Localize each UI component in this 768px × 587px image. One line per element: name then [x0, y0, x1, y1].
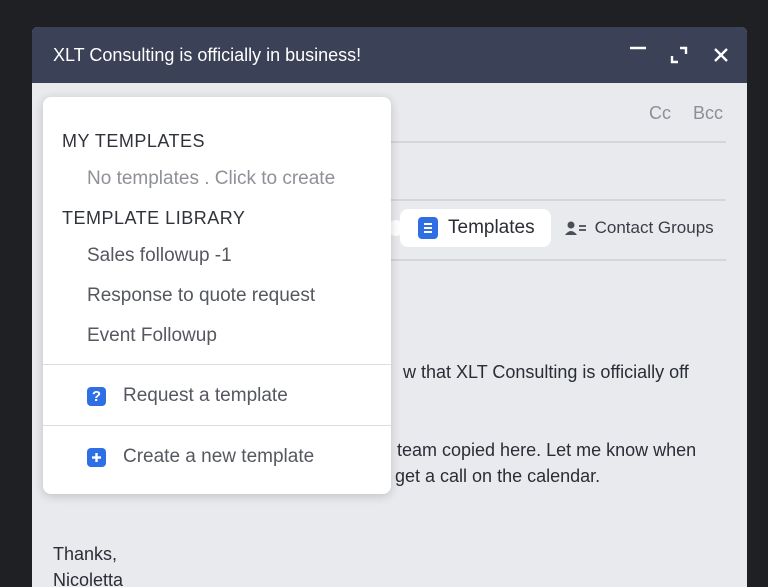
- title-bar: XLT Consulting is officially in business…: [32, 27, 747, 83]
- recipient-options: Cc Bcc: [649, 103, 723, 124]
- contact-groups-button[interactable]: Contact Groups: [564, 218, 714, 238]
- document-icon: [418, 217, 438, 239]
- close-icon: [714, 48, 728, 62]
- message-signature: Nicoletta: [53, 570, 124, 587]
- expand-button[interactable]: [665, 41, 693, 69]
- request-template-button[interactable]: ? Request a template: [87, 385, 288, 407]
- help-icon: ?: [87, 386, 106, 406]
- close-button[interactable]: [707, 41, 735, 69]
- templates-button[interactable]: Templates: [400, 209, 551, 247]
- menu-divider: [43, 425, 391, 426]
- template-library-heading: TEMPLATE LIBRARY: [62, 208, 246, 228]
- create-template-label: Create a new template: [123, 446, 315, 467]
- contact-list-icon: [564, 221, 586, 235]
- create-first-template-link[interactable]: No templates . Click to create: [87, 168, 335, 190]
- template-item[interactable]: Response to quote request: [87, 285, 315, 307]
- cc-button[interactable]: Cc: [649, 103, 671, 124]
- minimize-button[interactable]: [624, 41, 652, 69]
- menu-divider: [43, 364, 391, 365]
- message-body-line: get a call on the calendar.: [395, 466, 601, 486]
- message-body-line: team copied here. Let me know when: [397, 440, 697, 460]
- contact-groups-label: Contact Groups: [594, 218, 714, 237]
- message-body-line: w that XLT Consulting is officially off: [403, 362, 689, 382]
- template-item[interactable]: Sales followup -1: [87, 245, 232, 267]
- compose-toolbar: Templates Contact Groups: [400, 209, 714, 247]
- message-signoff: Thanks,: [53, 544, 118, 564]
- bcc-button[interactable]: Bcc: [693, 103, 723, 124]
- template-item[interactable]: Event Followup: [87, 325, 217, 347]
- plus-icon: [87, 447, 106, 467]
- create-template-button[interactable]: Create a new template: [87, 446, 314, 468]
- window-title: XLT Consulting is officially in business…: [53, 45, 362, 65]
- template-menu: MY TEMPLATES No templates . Click to cre…: [43, 97, 391, 494]
- expand-icon: [670, 46, 688, 64]
- my-templates-heading: MY TEMPLATES: [62, 131, 206, 151]
- minimize-icon: [630, 46, 646, 50]
- request-template-label: Request a template: [123, 385, 288, 406]
- templates-label: Templates: [448, 217, 535, 238]
